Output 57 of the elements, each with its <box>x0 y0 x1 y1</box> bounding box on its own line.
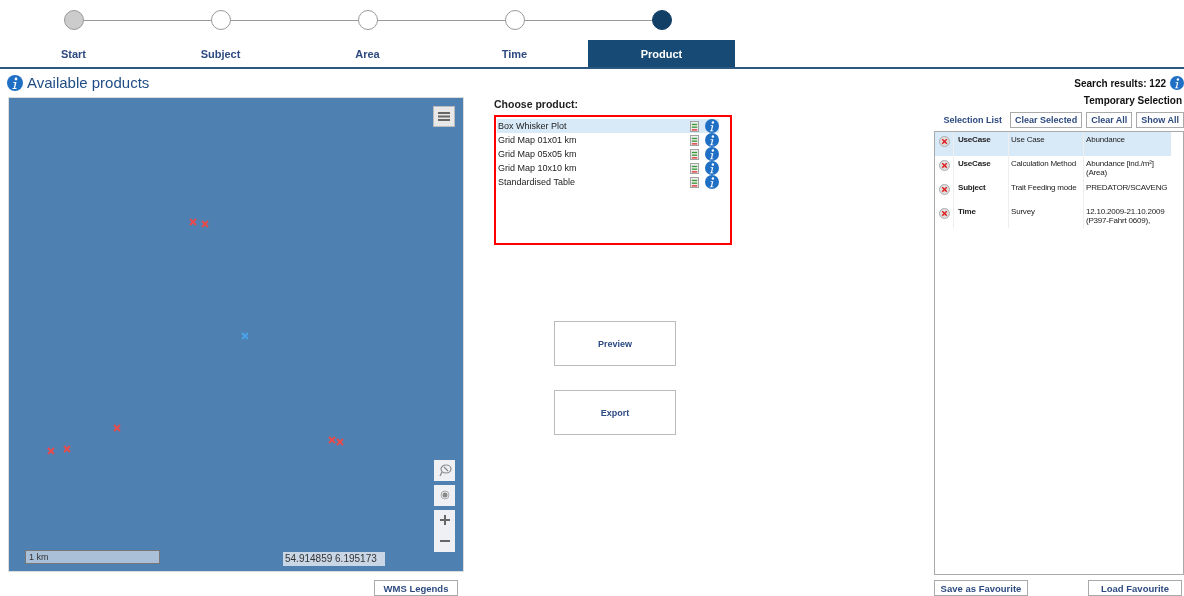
document-icon[interactable] <box>690 120 699 132</box>
layers-icon[interactable] <box>433 105 455 127</box>
map[interactable]: 1 km 54.914859 6.195173 <box>8 96 464 572</box>
remove-icon[interactable] <box>938 136 950 147</box>
selection-row[interactable]: Time Survey 12.10.2009-21.10.2009 (P397-Fahrt 0609), <box>935 204 1171 228</box>
product-item[interactable]: Box Whisker Plot <box>497 119 719 133</box>
temporary-selection-heading: Temporary Selection <box>1082 95 1183 106</box>
step-tab[interactable]: Product <box>588 40 735 67</box>
selection-row[interactable]: UseCase Calculation Method Abundance [ind./m²] (Area) <box>935 156 1171 180</box>
step-tab[interactable]: Area <box>294 40 441 67</box>
document-icon[interactable] <box>690 134 699 146</box>
marker-icon[interactable] <box>201 219 209 228</box>
product-item[interactable]: Grid Map 01x01 km <box>497 133 719 147</box>
marker-icon[interactable] <box>189 217 197 226</box>
step-tab[interactable]: Subject <box>147 40 294 67</box>
document-icon[interactable] <box>690 148 699 160</box>
list-button[interactable]: Clear All <box>1086 112 1133 128</box>
remove-icon[interactable] <box>938 184 950 195</box>
marker-icon[interactable] <box>113 423 121 432</box>
info-icon[interactable] <box>705 119 719 133</box>
panel-title: Available products <box>27 74 150 92</box>
measure-icon[interactable] <box>434 459 455 481</box>
product-item[interactable]: Grid Map 10x10 km <box>497 161 719 175</box>
search-results: Search results: 122 <box>1074 77 1166 89</box>
info-icon[interactable] <box>705 133 719 147</box>
marker-icon[interactable] <box>63 444 71 453</box>
marker-icon[interactable] <box>328 435 336 444</box>
list-button[interactable]: Show All <box>1136 112 1184 128</box>
selection-row[interactable]: UseCase Use Case Abundance <box>935 132 1171 156</box>
favourite-button[interactable]: Load Favourite <box>1088 580 1182 596</box>
step-tab[interactable]: Time <box>441 40 588 67</box>
info-icon[interactable] <box>705 147 719 161</box>
scale-bar: 1 km <box>25 550 160 564</box>
marker-icon[interactable] <box>336 437 344 446</box>
info-icon[interactable] <box>1170 76 1184 90</box>
action-button[interactable]: Preview <box>554 321 676 366</box>
document-icon[interactable] <box>690 162 699 174</box>
document-icon[interactable] <box>690 176 699 188</box>
info-icon[interactable] <box>705 161 719 175</box>
coordinates-readout: 54.914859 6.195173 <box>283 552 385 566</box>
info-icon[interactable] <box>705 175 719 189</box>
step-tab[interactable]: Start <box>0 40 147 67</box>
info-icon[interactable] <box>7 74 23 91</box>
marker-icon[interactable] <box>47 446 55 455</box>
product-item[interactable]: Standardised Table <box>497 175 719 189</box>
favourite-button[interactable]: Save as Favourite <box>934 580 1028 596</box>
marker-icon[interactable] <box>241 331 249 340</box>
choose-product-label: Choose product: <box>494 98 579 112</box>
product-item[interactable]: Grid Map 05x05 km <box>497 147 719 161</box>
selection-list-label: Selection List <box>943 115 1003 125</box>
wms-legends-button[interactable]: WMS Legends <box>374 580 458 596</box>
action-button[interactable]: Export <box>554 390 676 435</box>
remove-icon[interactable] <box>938 208 950 219</box>
remove-icon[interactable] <box>938 160 950 171</box>
selection-row[interactable]: Subject Trait Feeding mode PREDATOR/SCAVENG <box>935 180 1171 204</box>
locate-icon[interactable] <box>434 484 455 506</box>
list-button[interactable]: Clear Selected <box>1010 112 1083 128</box>
